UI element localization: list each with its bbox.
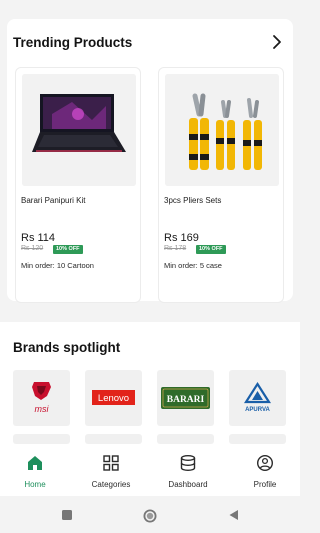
- pliers-image: [165, 74, 279, 186]
- brand-tile[interactable]: [85, 434, 142, 444]
- brand-tile-msi[interactable]: msi: [13, 370, 70, 426]
- bottom-navigation: Home Categories Dashboard Profile: [0, 444, 300, 496]
- grid-icon: [103, 455, 119, 471]
- nav-dashboard[interactable]: Dashboard: [153, 454, 223, 489]
- home-circle-icon[interactable]: [143, 509, 157, 523]
- barari-logo-text: BARARI: [167, 395, 205, 405]
- nav-home[interactable]: Home: [0, 454, 70, 489]
- brand-tile[interactable]: [13, 434, 70, 444]
- product-image: [22, 74, 136, 186]
- product-name: Barari Panipuri Kit: [21, 196, 86, 205]
- brand-tile-lenovo[interactable]: Lenovo: [85, 370, 142, 426]
- nav-label: Profile: [253, 480, 277, 489]
- product-name: 3pcs Pliers Sets: [164, 196, 222, 205]
- home-icon: [28, 456, 42, 470]
- product-mrp: Rs 120: [21, 245, 44, 252]
- brand-tile-barari[interactable]: BARARI: [157, 370, 214, 426]
- chevron-right-icon[interactable]: [270, 34, 284, 50]
- nav-profile[interactable]: Profile: [230, 454, 300, 489]
- laptop-image: [22, 74, 136, 186]
- back-icon[interactable]: [228, 509, 240, 521]
- product-card[interactable]: Barari Panipuri Kit Rs 114 Rs 120 10% OF…: [15, 67, 141, 303]
- barari-logo: BARARI: [161, 387, 210, 409]
- min-order-text: Min order: 10 Cartoon: [21, 261, 94, 270]
- nav-label: Home: [24, 480, 46, 489]
- database-icon: [180, 455, 196, 472]
- msi-logo: msi: [32, 382, 51, 414]
- lenovo-logo-text: Lenovo: [98, 393, 129, 404]
- apurva-logo: APURVA: [243, 381, 272, 413]
- discount-badge: 10% OFF: [53, 245, 83, 254]
- brands-spotlight-title: Brands spotlight: [13, 340, 121, 355]
- product-mrp: Rs 178: [164, 245, 187, 252]
- recents-icon[interactable]: [61, 509, 73, 521]
- person-icon: [256, 454, 274, 472]
- product-image: [165, 74, 279, 186]
- brand-tile[interactable]: [157, 434, 214, 444]
- min-order-text: Min order: 5 case: [164, 261, 222, 270]
- msi-logo-text: msi: [35, 404, 50, 414]
- brand-tile-apurva[interactable]: APURVA: [229, 370, 286, 426]
- nav-label: Dashboard: [168, 480, 208, 489]
- product-card[interactable]: 3pcs Pliers Sets Rs 169 Rs 178 10% OFF M…: [158, 67, 284, 303]
- brand-tile[interactable]: [229, 434, 286, 444]
- nav-categories[interactable]: Categories: [76, 454, 146, 489]
- brands-spotlight-section: Brands spotlight msi Lenovo BARARI APURV…: [0, 322, 300, 444]
- trending-products-section: Trending Products Barari Panipuri Kit Rs…: [7, 19, 293, 303]
- nav-label: Categories: [91, 480, 131, 489]
- product-price: Rs 114: [21, 232, 56, 244]
- system-navigation-bar: [0, 496, 300, 533]
- product-price: Rs 169: [164, 232, 199, 244]
- apurva-logo-text: APURVA: [245, 407, 270, 413]
- trending-products-title: Trending Products: [13, 35, 133, 50]
- discount-badge: 10% OFF: [196, 245, 226, 254]
- lenovo-logo: Lenovo: [92, 390, 135, 405]
